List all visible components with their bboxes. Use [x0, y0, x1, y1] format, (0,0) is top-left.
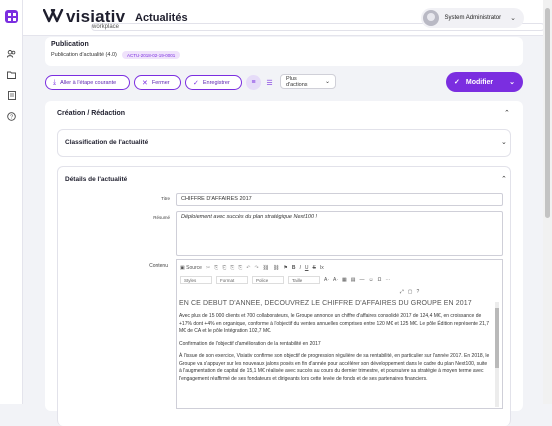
avatar — [423, 10, 440, 26]
summary-textarea[interactable]: Déploiement avec succès du plan stratégi… — [176, 211, 503, 256]
format-select[interactable]: Format — [216, 276, 248, 284]
save-button[interactable]: ✓ Enregistrer — [185, 75, 242, 90]
close-button[interactable]: ✕ Fermer — [134, 75, 181, 90]
modify-button[interactable]: ✓ Modifier ⌄ — [446, 72, 523, 92]
title-input[interactable]: CHIFFRE D'AFFAIRES 2017 — [176, 193, 503, 206]
size-select[interactable]: Taille — [288, 276, 320, 284]
top-bar: visiativ workplace Actualités System Adm… — [23, 0, 552, 36]
help-icon[interactable]: ? — [5, 110, 18, 123]
content-field-label: Contenu — [149, 263, 168, 269]
remove-format-icon[interactable]: Ix — [320, 265, 324, 271]
chevron-down-icon: ⌄ — [510, 15, 516, 22]
paste-word-icon[interactable]: ⎘ — [238, 265, 242, 271]
next-step-button[interactable]: ⤓ Aller à l'étape courante — [45, 75, 130, 90]
editor-content[interactable]: EN CE DÉBUT D'ANNÉE, DÉCOUVREZ LE CHIFFR… — [177, 300, 493, 410]
modify-label: Modifier — [465, 78, 494, 86]
table-icon[interactable]: ▤ — [351, 277, 356, 283]
user-menu[interactable]: System Administrator ⌄ — [421, 8, 524, 28]
more-actions-label: Plus d'actions — [286, 75, 308, 88]
next-step-label: Aller à l'étape courante — [60, 79, 117, 86]
unlink-icon[interactable]: ⛓ — [273, 265, 279, 271]
cut-icon[interactable]: ✂ — [206, 265, 210, 271]
checklist-button[interactable]: ☰ — [262, 75, 277, 90]
document-icon[interactable] — [5, 89, 18, 102]
check-icon: ✓ — [454, 79, 460, 86]
visiativ-logo-icon — [43, 9, 64, 23]
background-color-icon[interactable]: A· — [333, 277, 338, 283]
chevron-down-icon: ⌄ — [324, 79, 330, 85]
rich-text-editor[interactable]: ▣ Source ✂ ⎘ ⎗ ⎘ ⎘ ↶ ↷ ⛓ ⛓ ⚑ B I U S Ix … — [176, 259, 503, 409]
copy-icon[interactable]: ⎘ — [214, 265, 218, 271]
user-name: System Administrator — [444, 15, 502, 21]
chevron-down-icon[interactable]: ⌄ — [501, 138, 507, 146]
summary-field-label: Résumé — [153, 215, 170, 220]
content-heading: EN CE DÉBUT D'ANNÉE, DÉCOUVREZ LE CHIFFR… — [179, 300, 472, 307]
editor-toolbar-row-3: ⤢ ▢ ? — [177, 286, 502, 298]
folder-icon[interactable] — [5, 68, 18, 81]
more-actions-dropdown[interactable]: Plus d'actions ⌄ — [280, 74, 336, 89]
save-label: Enregistrer — [202, 79, 230, 86]
editor-toolbar-row-2: Styles Format Police Taille A· A· ▦ ▤ ― … — [177, 274, 502, 286]
users-icon[interactable] — [5, 47, 18, 60]
content-paragraph: Avec plus de 15 000 clients et 700 colla… — [179, 313, 490, 334]
close-label: Fermer — [151, 79, 170, 86]
image-icon[interactable]: ▦ — [342, 277, 347, 283]
maximize-icon[interactable]: ⤢ — [400, 289, 404, 295]
editor-scrollbar[interactable] — [495, 302, 499, 407]
apps-grid-icon[interactable] — [5, 10, 18, 23]
chevron-up-icon[interactable]: ⌃ — [501, 175, 507, 183]
scrollbar-thumb[interactable] — [545, 8, 550, 218]
check-icon: ✓ — [193, 79, 199, 87]
anchor-icon[interactable]: ⚑ — [283, 265, 287, 271]
content-paragraph: Confirmation de l'objectif d'amélioratio… — [179, 340, 321, 347]
page-break-icon[interactable]: ⋯ — [385, 277, 390, 283]
styles-select[interactable]: Styles — [180, 276, 212, 284]
blocks-icon[interactable]: ▢ — [408, 289, 413, 295]
underline-icon[interactable]: U — [305, 265, 309, 271]
source-button[interactable]: ▣ Source — [180, 265, 202, 271]
chevron-up-icon[interactable]: ⌃ — [504, 109, 510, 117]
italic-icon[interactable]: I — [299, 265, 300, 271]
publication-label: Publication d'actualité (4.0) — [51, 52, 117, 58]
reference-badge: ACTU-2018-02-19-0001 — [122, 51, 181, 59]
link-icon[interactable]: ⛓ — [263, 265, 269, 271]
close-icon: ✕ — [142, 79, 148, 87]
svg-text:?: ? — [10, 114, 13, 120]
publication-type: Publication — [51, 41, 89, 48]
page-scrollbar[interactable] — [543, 0, 552, 404]
smiley-icon[interactable]: ☺ — [368, 277, 373, 283]
chevron-down-icon[interactable]: ⌄ — [509, 78, 515, 86]
text-color-icon[interactable]: A· — [324, 277, 329, 283]
publication-header: Publication Publication d'actualité (4.0… — [45, 37, 523, 66]
left-rail: ? — [0, 0, 23, 404]
checklist-icon: ☰ — [266, 79, 273, 87]
details-title: Détails de l'actualité — [65, 176, 128, 183]
list-view-button[interactable]: ≡ — [246, 75, 261, 90]
strike-icon[interactable]: S — [312, 265, 315, 271]
undo-icon[interactable]: ↶ — [246, 265, 250, 271]
content-paragraph: À l'issue de son exercice, Visiativ conf… — [179, 353, 490, 382]
horizontal-line-icon[interactable]: ― — [359, 277, 364, 283]
font-select[interactable]: Police — [252, 276, 284, 284]
brand-logo[interactable]: visiativ workplace — [43, 7, 545, 31]
list-icon: ≡ — [251, 79, 256, 86]
classification-title: Classification de l'actualité — [65, 139, 149, 146]
special-char-icon[interactable]: Ω — [378, 277, 382, 283]
page-title: Actualités — [135, 12, 188, 24]
arrow-down-icon: ⤓ — [53, 78, 57, 86]
title-field-label: Titre — [161, 196, 170, 201]
section-title: Création / Rédaction — [57, 110, 126, 117]
paste-icon[interactable]: ⎗ — [222, 265, 226, 271]
editor-toolbar-row-1: ▣ Source ✂ ⎘ ⎗ ⎘ ⎘ ↶ ↷ ⛓ ⛓ ⚑ B I U S Ix — [177, 262, 502, 274]
paste-text-icon[interactable]: ⎘ — [230, 265, 234, 271]
about-icon[interactable]: ? — [416, 289, 419, 295]
redo-icon[interactable]: ↷ — [254, 265, 258, 271]
editor-scrollbar-thumb[interactable] — [495, 308, 499, 368]
bold-icon[interactable]: B — [292, 265, 296, 271]
classification-panel[interactable]: Classification de l'actualité ⌄ — [57, 129, 511, 157]
